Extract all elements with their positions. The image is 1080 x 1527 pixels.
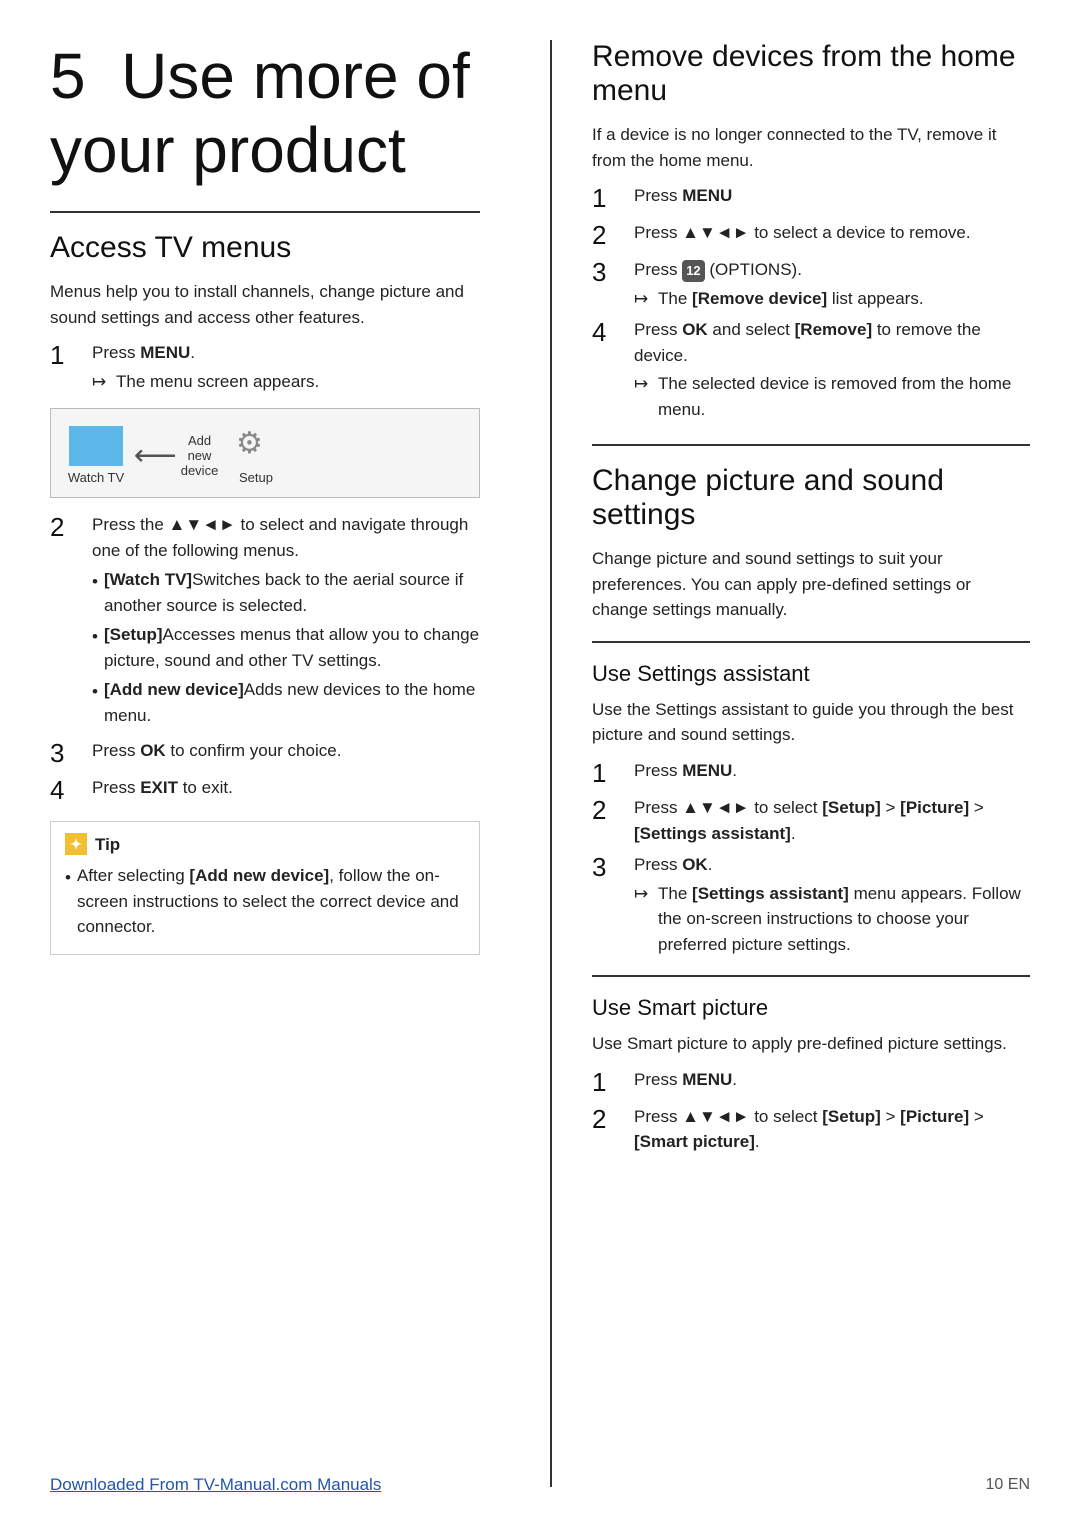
- sa-step-1: 1 Press MENU.: [592, 758, 1030, 789]
- sa-step-2: 2 Press ▲▼◄► to select [Setup] > [Pictur…: [592, 795, 1030, 846]
- access-tv-steps-2-4: 2 Press the ▲▼◄► to select and navigate …: [50, 512, 480, 806]
- sp-step-1-text: Press MENU.: [634, 1070, 737, 1089]
- page-footer: Downloaded From TV-Manual.com Manuals 10…: [50, 1475, 1030, 1495]
- sa-step-3-text: Press OK.: [634, 855, 712, 874]
- step-3: 3 Press OK to confirm your choice.: [50, 738, 480, 769]
- sp-step-1: 1 Press MENU.: [592, 1067, 1030, 1098]
- sp-step-2-text: Press ▲▼◄► to select [Setup] > [Picture]…: [634, 1107, 984, 1152]
- access-tv-menus-title: Access TV menus: [50, 231, 480, 265]
- smart-picture-title: Use Smart picture: [592, 995, 1030, 1021]
- tip-item: • After selecting [Add new device], foll…: [65, 863, 465, 940]
- tip-label: Tip: [95, 832, 120, 858]
- section-divider-3: [592, 641, 1030, 643]
- remove-step-2: 2 Press ▲▼◄► to select a device to remov…: [592, 220, 1030, 251]
- section-divider: [50, 211, 480, 213]
- sa-step-1-text: Press MENU.: [634, 761, 737, 780]
- tip-header: ✦ Tip: [65, 832, 465, 858]
- tip-star-icon: ✦: [65, 833, 87, 855]
- right-column: Remove devices from the home menu If a d…: [550, 40, 1030, 1487]
- tv-menu-illustration: Watch TV ⟵ Add new device ⚙ Setup: [50, 408, 480, 498]
- watch-tv-menu-item: Watch TV: [61, 426, 131, 485]
- change-picture-intro: Change picture and sound settings to sui…: [592, 546, 1030, 623]
- section-divider-4: [592, 975, 1030, 977]
- remove-step-3-text: Press 12 (OPTIONS).: [634, 260, 802, 279]
- tip-box: ✦ Tip • After selecting [Add new device]…: [50, 821, 480, 955]
- bullet-setup: • [Setup]Accesses menus that allow you t…: [92, 622, 480, 673]
- step-4: 4 Press EXIT to exit.: [50, 775, 480, 806]
- add-device-menu-item: ⟵ Add new device: [149, 435, 203, 475]
- remove-devices-title: Remove devices from the home menu: [592, 40, 1030, 108]
- menu-sub-bullets: • [Watch TV]Switches back to the aerial …: [92, 567, 480, 728]
- smart-picture-steps: 1 Press MENU. 2 Press ▲▼◄► to select [Se…: [592, 1067, 1030, 1155]
- step-4-text: Press EXIT to exit.: [92, 778, 233, 797]
- change-picture-title: Change picture and sound settings: [592, 464, 1030, 532]
- remove-devices-intro: If a device is no longer connected to th…: [592, 122, 1030, 173]
- sa-step-3-result: ↦ The [Settings assistant] menu appears.…: [634, 881, 1030, 958]
- step-3-text: Press OK to confirm your choice.: [92, 741, 341, 760]
- chapter-number: 5: [50, 40, 86, 112]
- remove-step-2-text: Press ▲▼◄► to select a device to remove.: [634, 223, 971, 242]
- page-number: 10 EN: [986, 1476, 1030, 1494]
- remove-step-3: 3 Press 12 (OPTIONS). ↦ The [Remove devi…: [592, 257, 1030, 311]
- remove-step-3-result: ↦ The [Remove device] list appears.: [634, 286, 1030, 312]
- footer-link[interactable]: Downloaded From TV-Manual.com Manuals: [50, 1475, 381, 1495]
- remove-step-4: 4 Press OK and select [Remove] to remove…: [592, 317, 1030, 422]
- left-column: 5 Use more ofyour product Access TV menu…: [50, 40, 510, 1487]
- settings-assistant-intro: Use the Settings assistant to guide you …: [592, 697, 1030, 748]
- access-tv-steps: 1 Press MENU. ↦ The menu screen appears.: [50, 340, 480, 394]
- step-2-text: Press the ▲▼◄► to select and navigate th…: [92, 515, 468, 560]
- remove-step-4-result: ↦ The selected device is removed from th…: [634, 371, 1030, 422]
- remove-step-1: 1 Press MENU: [592, 183, 1030, 214]
- step-1-result: ↦ The menu screen appears.: [92, 369, 480, 395]
- tip-text: After selecting [Add new device], follow…: [77, 863, 465, 940]
- remove-step-4-text: Press OK and select [Remove] to remove t…: [634, 320, 981, 365]
- bullet-add-device: • [Add new device]Adds new devices to th…: [92, 677, 480, 728]
- settings-assistant-title: Use Settings assistant: [592, 661, 1030, 687]
- remove-devices-steps: 1 Press MENU 2 Press ▲▼◄► to select a de…: [592, 183, 1030, 422]
- sa-step-3: 3 Press OK. ↦ The [Settings assistant] m…: [592, 852, 1030, 957]
- smart-picture-intro: Use Smart picture to apply pre-defined p…: [592, 1031, 1030, 1057]
- gear-icon: ⚙: [236, 426, 276, 466]
- step-2: 2 Press the ▲▼◄► to select and navigate …: [50, 512, 480, 732]
- step-1-text: Press MENU.: [92, 343, 195, 362]
- step-1: 1 Press MENU. ↦ The menu screen appears.: [50, 340, 480, 394]
- options-badge: 12: [682, 260, 704, 282]
- sa-step-2-text: Press ▲▼◄► to select [Setup] > [Picture]…: [634, 798, 984, 843]
- settings-assistant-steps: 1 Press MENU. 2 Press ▲▼◄► to select [Se…: [592, 758, 1030, 957]
- watch-tv-icon: [69, 426, 123, 466]
- add-device-arrow-icon: ⟵: [134, 438, 177, 473]
- remove-step-1-text: Press MENU: [634, 186, 732, 205]
- section-divider-2: [592, 444, 1030, 446]
- setup-menu-item: ⚙ Setup: [221, 426, 291, 485]
- bullet-watch-tv: • [Watch TV]Switches back to the aerial …: [92, 567, 480, 618]
- sp-step-2: 2 Press ▲▼◄► to select [Setup] > [Pictur…: [592, 1104, 1030, 1155]
- chapter-title: 5 Use more ofyour product: [50, 40, 480, 187]
- access-tv-intro: Menus help you to install channels, chan…: [50, 279, 480, 330]
- tip-list: • After selecting [Add new device], foll…: [65, 863, 465, 940]
